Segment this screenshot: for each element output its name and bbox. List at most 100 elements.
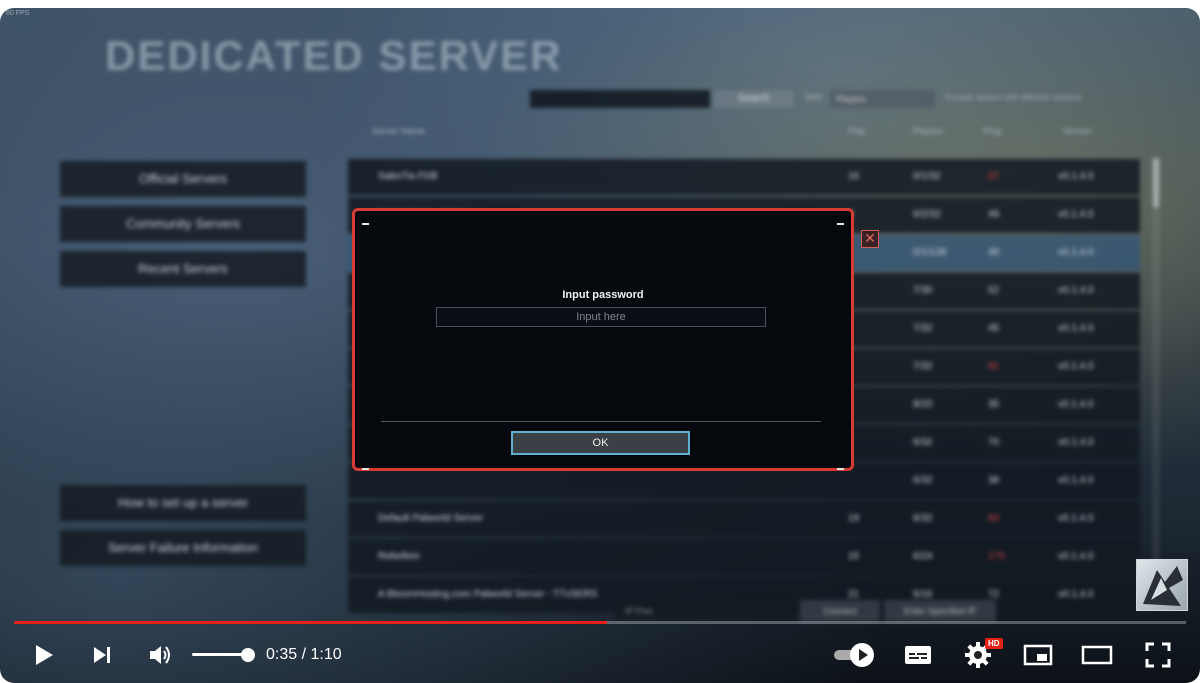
password-input[interactable] (436, 307, 766, 327)
play-button[interactable] (28, 638, 60, 672)
server-name: SaboTia FDB (378, 171, 438, 182)
hd-badge: HD (985, 638, 1003, 649)
version-filter-text: Exclude servers with different versions (945, 93, 1082, 102)
server-capacity: 7/32 (913, 361, 933, 372)
server-name: A BloomHosting.com Palworld Server - TTv… (378, 589, 598, 600)
server-version: v0.1.4.0 (1058, 285, 1094, 296)
col-header-max: Players (913, 126, 944, 136)
server-capacity: 0/1/128 (913, 247, 947, 258)
next-icon (94, 647, 110, 663)
dialog-divider (381, 421, 821, 422)
server-list-scroll-thumb (1153, 158, 1159, 208)
server-players: 16 (848, 171, 860, 182)
fullscreen-button[interactable] (1140, 638, 1176, 672)
server-ping: 48 (988, 247, 1000, 258)
server-capacity: 7/32 (913, 323, 933, 334)
server-name: Rebellion (378, 551, 420, 562)
close-icon[interactable]: ✕ (861, 230, 879, 248)
server-search-button: Search (714, 90, 794, 108)
server-search-input (530, 90, 710, 108)
volume-slider-knob[interactable] (241, 648, 255, 662)
server-players: 21 (848, 589, 860, 600)
theater-mode-button[interactable] (1078, 638, 1116, 672)
col-header-version: Version (1062, 126, 1093, 136)
server-version: v0.1.4.0 (1058, 323, 1094, 334)
next-button[interactable] (86, 638, 118, 672)
sort-select: Players (830, 90, 935, 108)
dialog-corner-tick (837, 223, 844, 225)
connect-button: Connect (800, 600, 880, 622)
server-capacity: 0/2/32 (913, 209, 941, 220)
password-dialog: Input password OK (352, 208, 854, 471)
server-ping: 70 (988, 437, 1000, 448)
autoplay-toggle[interactable] (832, 638, 878, 672)
server-ping: 84 (988, 513, 1000, 524)
fullscreen-icon (1145, 642, 1171, 668)
dialog-corner-tick (362, 468, 369, 470)
server-ping: 38 (988, 475, 1000, 486)
server-version: v0.1.4.0 (1058, 551, 1094, 562)
col-header-players: Play (848, 126, 866, 136)
miniplayer-button[interactable] (1020, 638, 1056, 672)
play-icon (36, 645, 53, 665)
setup-server-button: How to set up a server (60, 485, 306, 521)
server-version: v0.1.4.0 (1058, 361, 1094, 372)
server-version: v0.1.4.0 (1058, 247, 1094, 258)
sort-label: Sort (805, 92, 822, 102)
subtitles-icon (905, 646, 931, 664)
server-capacity: 8/20 (913, 399, 933, 410)
theater-icon (1081, 645, 1113, 665)
server-ping: 175 (988, 551, 1005, 562)
ip-input: IP:Port (615, 600, 795, 622)
server-capacity: 7/30 (913, 285, 933, 296)
server-ping: 72 (988, 589, 1000, 600)
server-ping: 81 (988, 361, 1000, 372)
game-title: DEDICATED SERVER (105, 32, 563, 79)
direct-connect-button: Enter Specified IP (884, 600, 996, 622)
server-players: 19 (848, 513, 860, 524)
official-servers-button: Official Servers (60, 161, 306, 197)
server-ping: 45 (988, 323, 1000, 334)
col-header-name: Server Name (372, 126, 426, 136)
server-list-scrollbar (1152, 156, 1160, 596)
channel-watermark[interactable] (1136, 559, 1188, 611)
server-ping: 67 (988, 171, 1000, 182)
dialog-title: Input password (562, 289, 644, 301)
ok-button[interactable]: OK (511, 431, 690, 455)
server-capacity: 6/32 (913, 437, 933, 448)
server-capacity: 6/32 (913, 475, 933, 486)
community-servers-button: Community Servers (60, 206, 306, 242)
server-version: v0.1.4.0 (1058, 589, 1094, 600)
volume-slider[interactable] (192, 653, 248, 656)
mute-button[interactable] (142, 638, 178, 672)
server-version: v0.1.4.0 (1058, 513, 1094, 524)
miniplayer-icon (1023, 644, 1053, 666)
server-players: 15 (848, 551, 860, 562)
progress-bar-played (14, 621, 607, 624)
subtitles-button[interactable] (900, 638, 936, 672)
server-ping: 49 (988, 209, 1000, 220)
watermark-logo-icon (1143, 566, 1183, 606)
server-capacity: 0/1/32 (913, 171, 941, 182)
server-version: v0.1.4.0 (1058, 437, 1094, 448)
server-capacity: 6/24 (913, 551, 933, 562)
server-version: v0.1.4.0 (1058, 209, 1094, 220)
server-name: Default Palworld Server (378, 513, 484, 524)
server-ping: 52 (988, 285, 1000, 296)
autoplay-toggle-icon (834, 643, 874, 667)
server-row: Default Palworld Server 19 6/32 84 v0.1.4.0 (348, 501, 1140, 537)
time-display: 0:35 / 1:10 (266, 646, 342, 663)
server-row: Rebellion 15 6/24 175 v0.1.4.0 (348, 539, 1140, 575)
volume-icon (150, 646, 170, 664)
server-version: v0.1.4.0 (1058, 171, 1094, 182)
server-version: v0.1.4.0 (1058, 399, 1094, 410)
server-row: SaboTia FDB 16 0/1/32 67 v0.1.4.0 (348, 159, 1140, 195)
server-ping: 35 (988, 399, 1000, 410)
server-version: v0.1.4.0 (1058, 475, 1094, 486)
server-capacity: 5/16 (913, 589, 933, 600)
server-capacity: 6/32 (913, 513, 933, 524)
video-player[interactable]: 60 FPS DEDICATED SERVER Search Sort Play… (0, 8, 1200, 683)
server-failure-button: Server Failure Information (60, 530, 306, 566)
recent-servers-button: Recent Servers (60, 251, 306, 287)
col-header-ping: Ping (983, 126, 1002, 136)
